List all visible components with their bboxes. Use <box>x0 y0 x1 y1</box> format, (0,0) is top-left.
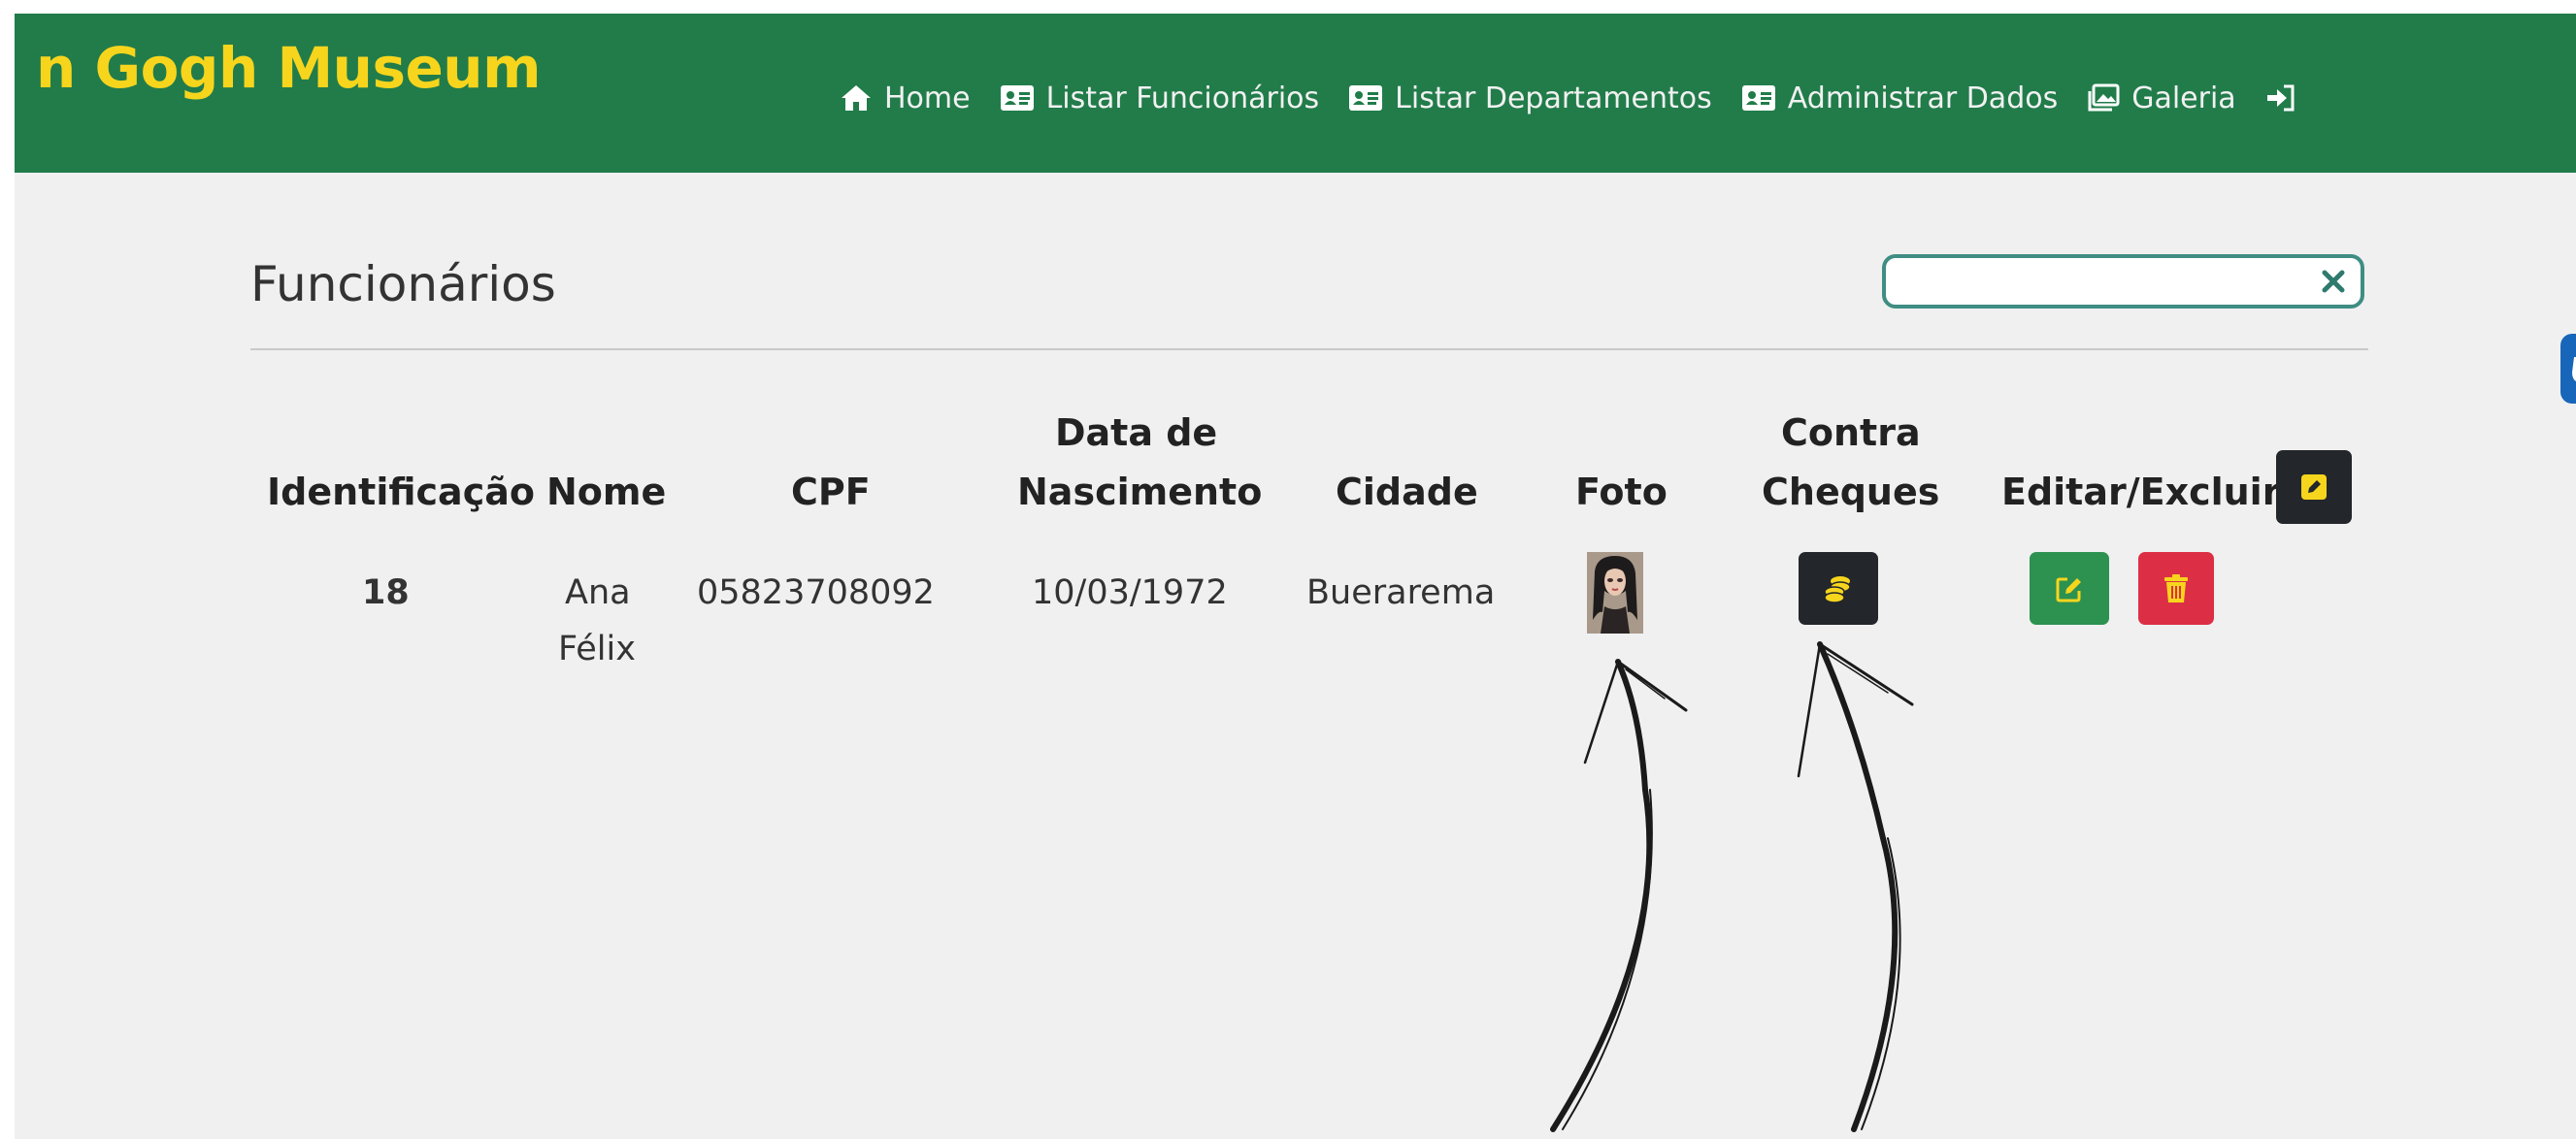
annotation-arrows <box>1550 641 1914 1132</box>
accessibility-widget[interactable] <box>2560 334 2576 404</box>
hand-icon <box>2572 357 2576 382</box>
page: n Gogh Museum Home Listar Funcionários L… <box>15 14 2576 1139</box>
